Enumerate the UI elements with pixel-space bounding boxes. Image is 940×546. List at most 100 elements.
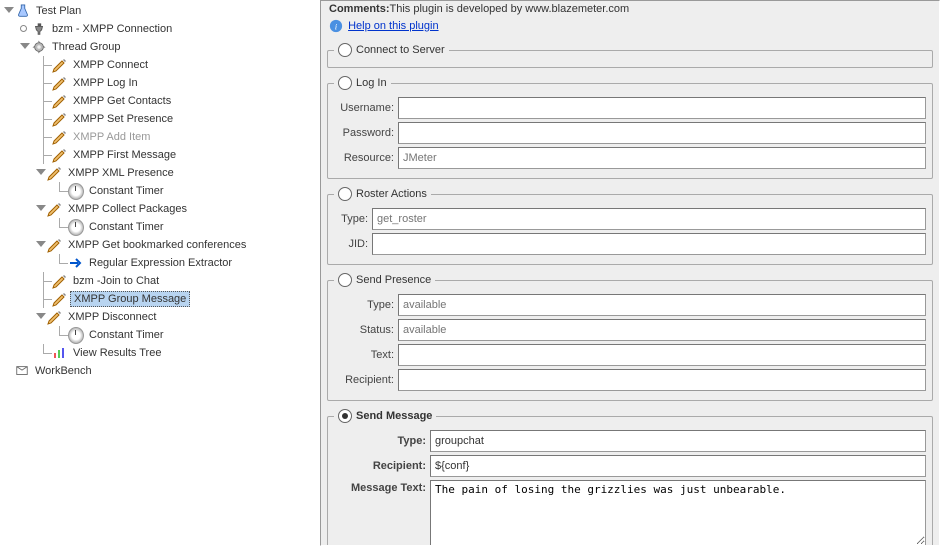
legend-text: Connect to Server	[356, 44, 445, 56]
presence-text-input[interactable]	[398, 344, 926, 366]
resource-input[interactable]	[398, 147, 926, 169]
roster-type-label: Type:	[334, 213, 372, 225]
tree-timer[interactable]: Constant Timer	[4, 326, 320, 344]
username-input[interactable]	[398, 97, 926, 119]
connect-fieldset: Connect to Server	[327, 43, 933, 68]
tree-xmpp-group-message[interactable]: XMPP Group Message	[4, 290, 320, 308]
tree-test-plan[interactable]: Test Plan	[4, 2, 320, 20]
tree-sampler[interactable]: bzm -Join to Chat	[4, 272, 320, 290]
tree-sampler[interactable]: XMPP Get Contacts	[4, 92, 320, 110]
login-legend[interactable]: Log In	[334, 76, 391, 90]
tree-label: XMPP Group Message	[70, 291, 190, 307]
comments-label: Comments:	[329, 3, 390, 15]
help-link[interactable]: Help on this plugin	[348, 20, 439, 32]
workbench-icon	[14, 363, 30, 379]
tree-sampler-disabled[interactable]: XMPP Add Item	[4, 128, 320, 146]
tree-panel: Test Plan bzm - XMPP Connection Thread G…	[0, 0, 320, 546]
tree-regex-extractor[interactable]: Regular Expression Extractor	[4, 254, 320, 272]
help-row: i Help on this plugin	[325, 17, 935, 35]
pencil-icon	[52, 93, 68, 109]
tree-label: Constant Timer	[86, 184, 167, 198]
clock-icon	[68, 219, 84, 235]
radio-icon[interactable]	[338, 187, 352, 201]
tree-sampler[interactable]: XMPP Get bookmarked conferences	[4, 236, 320, 254]
tree-sampler[interactable]: XMPP Disconnect	[4, 308, 320, 326]
radio-icon[interactable]	[338, 76, 352, 90]
toggle-icon[interactable]	[36, 169, 45, 178]
roster-type-input[interactable]	[372, 208, 926, 230]
radio-icon[interactable]	[338, 43, 352, 57]
connector-icon	[36, 128, 52, 146]
clock-icon	[68, 183, 84, 199]
pencil-icon	[52, 57, 68, 73]
connector-icon	[36, 74, 52, 92]
pencil-icon	[52, 291, 68, 307]
tree-timer[interactable]: Constant Timer	[4, 218, 320, 236]
tree-label: XMPP Set Presence	[70, 112, 176, 126]
connector-icon	[52, 182, 68, 200]
message-recipient-label: Recipient:	[334, 460, 430, 472]
pencil-icon	[52, 273, 68, 289]
tree-label: XMPP Get Contacts	[70, 94, 174, 108]
tree-timer[interactable]: Constant Timer	[4, 182, 320, 200]
toggle-icon[interactable]	[36, 313, 45, 322]
tree-sampler[interactable]: XMPP First Message	[4, 146, 320, 164]
pencil-icon	[47, 309, 63, 325]
pencil-icon	[47, 201, 63, 217]
roster-jid-label: JID:	[334, 238, 372, 250]
presence-fieldset: Send Presence Type: Status: Text: Recipi…	[327, 273, 933, 401]
radio-icon[interactable]	[338, 409, 352, 423]
presence-legend[interactable]: Send Presence	[334, 273, 435, 287]
tree-sampler[interactable]: XMPP XML Presence	[4, 164, 320, 182]
comments-row: Comments:This plugin is developed by www…	[325, 1, 935, 17]
tree-sampler[interactable]: XMPP Connect	[4, 56, 320, 74]
tree-sampler[interactable]: XMPP Collect Packages	[4, 200, 320, 218]
password-input[interactable]	[398, 122, 926, 144]
tree-label: XMPP Add Item	[70, 130, 153, 144]
tree-sampler[interactable]: XMPP Log In	[4, 74, 320, 92]
tree-label: bzm -Join to Chat	[70, 274, 162, 288]
pencil-icon	[52, 75, 68, 91]
message-text-area[interactable]	[430, 480, 926, 546]
collapse-dot-icon[interactable]	[20, 25, 29, 34]
presence-status-input[interactable]	[398, 319, 926, 341]
tree-thread-group[interactable]: Thread Group	[4, 38, 320, 56]
tree-workbench[interactable]: WorkBench	[4, 362, 320, 380]
legend-text: Log In	[356, 77, 387, 89]
roster-fieldset: Roster Actions Type: JID:	[327, 187, 933, 265]
tree-label: XMPP XML Presence	[65, 166, 177, 180]
connector-icon	[36, 110, 52, 128]
connector-icon	[36, 344, 52, 362]
resource-label: Resource:	[334, 152, 398, 164]
presence-recipient-input[interactable]	[398, 369, 926, 391]
username-label: Username:	[334, 102, 398, 114]
connect-legend[interactable]: Connect to Server	[334, 43, 449, 57]
expand-toggle-icon[interactable]	[20, 43, 29, 52]
message-fieldset: Send Message Type: Recipient: Message Te…	[327, 409, 933, 546]
presence-status-label: Status:	[334, 324, 398, 336]
expand-toggle-icon[interactable]	[4, 7, 13, 16]
tree-sampler[interactable]: XMPP Set Presence	[4, 110, 320, 128]
tree-label: Constant Timer	[86, 328, 167, 342]
toggle-icon[interactable]	[36, 205, 45, 214]
tree-label: XMPP Get bookmarked conferences	[65, 238, 249, 252]
legend-text: Send Presence	[356, 274, 431, 286]
presence-type-label: Type:	[334, 299, 398, 311]
roster-jid-input[interactable]	[372, 233, 926, 255]
connector-icon	[52, 326, 68, 344]
message-recipient-input[interactable]	[430, 455, 926, 477]
presence-type-input[interactable]	[398, 294, 926, 316]
tree-bzm-connection[interactable]: bzm - XMPP Connection	[4, 20, 320, 38]
connector-icon	[36, 56, 52, 74]
message-legend[interactable]: Send Message	[334, 409, 436, 423]
message-type-input[interactable]	[430, 430, 926, 452]
roster-legend[interactable]: Roster Actions	[334, 187, 431, 201]
tree-label: XMPP First Message	[70, 148, 179, 162]
password-label: Password:	[334, 127, 398, 139]
radio-icon[interactable]	[338, 273, 352, 287]
tree-view-results[interactable]: View Results Tree	[4, 344, 320, 362]
toggle-icon[interactable]	[36, 241, 45, 250]
connector-icon	[36, 92, 52, 110]
tree-label: bzm - XMPP Connection	[49, 22, 175, 36]
arrow-icon	[68, 255, 84, 271]
